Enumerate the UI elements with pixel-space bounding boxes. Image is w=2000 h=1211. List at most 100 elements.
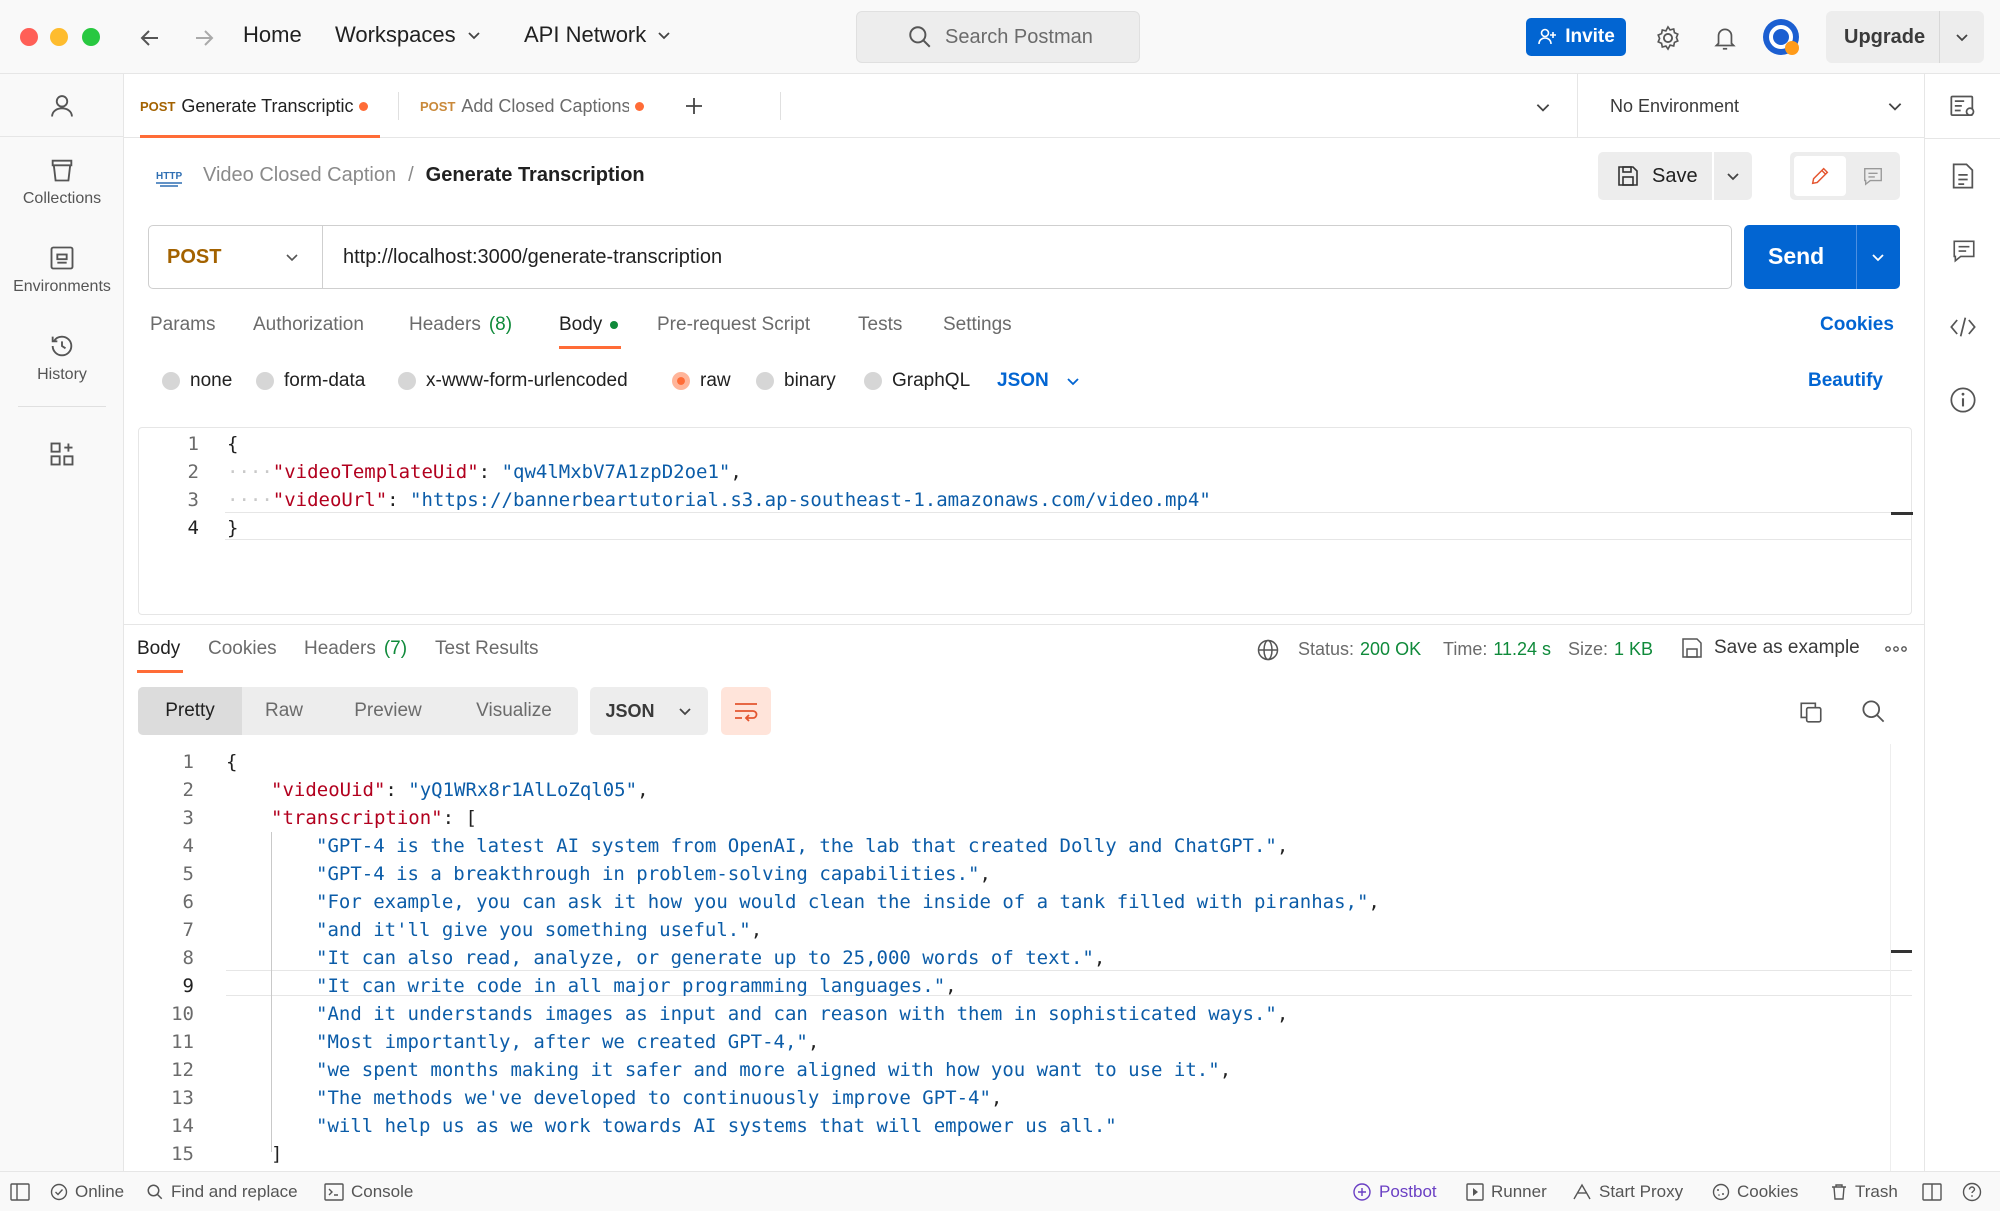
url-input[interactable]: http://localhost:3000/generate-transcrip… xyxy=(343,246,722,269)
save-as-example-button[interactable]: Save as example xyxy=(1680,636,1860,660)
chevron-down-icon[interactable] xyxy=(1534,98,1552,116)
tab-body[interactable]: Body xyxy=(559,314,619,336)
beautify-button[interactable]: Beautify xyxy=(1808,370,1883,392)
info-icon[interactable] xyxy=(1949,386,1977,414)
response-time[interactable]: Time: 11.24 s xyxy=(1443,639,1551,660)
cookies-button[interactable]: Cookies xyxy=(1712,1172,1798,1211)
online-status[interactable]: Online xyxy=(50,1172,124,1211)
code-line: ] xyxy=(271,1143,283,1165)
response-size[interactable]: Size: 1 KB xyxy=(1568,639,1653,660)
sidebar-item-collections[interactable]: Collections xyxy=(0,156,124,208)
tab-authorization[interactable]: Authorization xyxy=(253,314,364,336)
body-mode-binary[interactable]: binary xyxy=(756,370,836,392)
find-and-replace-button[interactable]: Find and replace xyxy=(146,1172,298,1211)
tab-pre-request-script[interactable]: Pre-request Script xyxy=(657,314,810,336)
start-proxy-button[interactable]: Start Proxy xyxy=(1572,1172,1683,1211)
nav-home[interactable]: Home xyxy=(243,22,302,48)
search-input[interactable]: Search Postman xyxy=(856,11,1140,63)
tab-settings[interactable]: Settings xyxy=(943,314,1012,336)
cookies-link[interactable]: Cookies xyxy=(1820,314,1894,336)
plus-icon[interactable] xyxy=(682,94,706,118)
line-number: 5 xyxy=(182,863,194,885)
code-line: "transcription": [ xyxy=(271,807,477,829)
tab-generate-transcription[interactable]: POST Generate Transcriptic xyxy=(140,74,390,138)
sidebar-item-add-widgets[interactable] xyxy=(0,440,124,474)
send-button[interactable]: Send xyxy=(1744,225,1900,289)
globe-icon[interactable] xyxy=(1256,638,1280,662)
view-raw[interactable]: Raw xyxy=(242,687,326,735)
back-arrow-icon[interactable] xyxy=(138,26,162,50)
upgrade-button[interactable]: Upgrade xyxy=(1826,11,1984,63)
body-mode-urlencoded[interactable]: x-www-form-urlencoded xyxy=(398,370,628,392)
divider xyxy=(1856,225,1857,289)
postbot-button[interactable]: Postbot xyxy=(1352,1172,1437,1211)
sidebar-item-user[interactable] xyxy=(0,92,124,126)
gear-icon[interactable] xyxy=(1654,24,1682,52)
avatar[interactable] xyxy=(1762,18,1800,56)
tab-tests[interactable]: Tests xyxy=(858,314,902,336)
body-mode-none[interactable]: none xyxy=(162,370,232,392)
nav-workspaces[interactable]: Workspaces xyxy=(335,22,482,48)
body-format-select[interactable]: JSON xyxy=(997,370,1081,392)
tab-params[interactable]: Params xyxy=(150,314,215,336)
bell-icon[interactable] xyxy=(1712,24,1738,52)
chevron-down-icon[interactable] xyxy=(1954,29,1970,45)
save-options-dropdown[interactable] xyxy=(1714,152,1752,200)
zoom-window-button[interactable] xyxy=(82,28,100,46)
pane-divider[interactable] xyxy=(124,624,1924,625)
scrollbar-track[interactable] xyxy=(1890,744,1891,1171)
close-window-button[interactable] xyxy=(20,28,38,46)
comments-icon[interactable] xyxy=(1951,238,1977,264)
edit-mode-button[interactable] xyxy=(1794,156,1846,196)
request-body-editor[interactable]: 1 { 2 ····"videoTemplateUid": "qw4lMxbV7… xyxy=(138,427,1913,615)
body-mode-raw[interactable]: raw xyxy=(672,370,731,392)
response-tab-cookies[interactable]: Cookies xyxy=(208,638,277,660)
layout-toggle-button[interactable] xyxy=(1922,1172,1942,1211)
copy-icon[interactable] xyxy=(1798,699,1824,725)
postbot-icon xyxy=(1353,1183,1371,1201)
runner-button[interactable]: Runner xyxy=(1466,1172,1547,1211)
forward-arrow-icon[interactable] xyxy=(192,26,216,50)
comment-mode-button[interactable] xyxy=(1850,156,1896,196)
chevron-down-icon[interactable] xyxy=(1870,249,1886,265)
minimize-window-button[interactable] xyxy=(50,28,68,46)
response-tab-body[interactable]: Body xyxy=(137,638,180,660)
body-mode-form-data[interactable]: form-data xyxy=(256,370,365,392)
view-preview[interactable]: Preview xyxy=(326,687,450,735)
code-icon[interactable] xyxy=(1949,314,1977,340)
chevron-down-icon xyxy=(1888,103,1902,111)
response-format-select[interactable]: JSON xyxy=(590,687,708,735)
wrap-lines-button[interactable] xyxy=(721,687,771,735)
more-options-icon[interactable] xyxy=(1884,644,1908,654)
sidebar-item-environments[interactable]: Environments xyxy=(0,244,124,296)
response-tab-test-results[interactable]: Test Results xyxy=(435,638,538,660)
tab-add-closed-captions[interactable]: POST Add Closed Captions xyxy=(420,74,670,138)
environment-quick-look-icon[interactable] xyxy=(1949,94,1977,120)
pencil-icon xyxy=(1811,167,1829,185)
response-body-viewer[interactable]: 1 { 2 "videoUid": "yQ1WRx8r1AlLoZql05", … xyxy=(124,744,1924,1171)
help-button[interactable] xyxy=(1962,1172,1982,1211)
request-name[interactable]: Generate Transcription xyxy=(426,164,645,187)
breadcrumb-collection[interactable]: Video Closed Caption xyxy=(203,164,396,187)
console-button[interactable]: Console xyxy=(324,1172,413,1211)
toggle-sidebar-button[interactable] xyxy=(10,1172,30,1211)
body-mode-graphql[interactable]: GraphQL xyxy=(864,370,970,392)
response-tab-headers[interactable]: Headers (7) xyxy=(304,638,407,660)
search-icon[interactable] xyxy=(1860,698,1887,725)
nav-api-network[interactable]: API Network xyxy=(524,22,672,48)
sidebar-toggle-icon xyxy=(10,1183,30,1201)
code-line: "For example, you can ask it how you wou… xyxy=(316,891,1380,913)
invite-button[interactable]: Invite xyxy=(1526,18,1626,56)
sidebar-item-history[interactable]: History xyxy=(0,332,124,384)
code-line: "It can also read, analyze, or generate … xyxy=(316,947,1106,969)
check-circle-icon xyxy=(50,1183,68,1201)
environment-select[interactable]: No Environment xyxy=(1578,74,1924,138)
trash-button[interactable]: Trash xyxy=(1830,1172,1898,1211)
tab-headers[interactable]: Headers (8) xyxy=(409,314,512,336)
method-select[interactable]: POST xyxy=(149,226,323,288)
save-button[interactable]: Save xyxy=(1598,152,1712,200)
view-pretty[interactable]: Pretty xyxy=(138,687,242,735)
trash-icon xyxy=(1832,1184,1846,1200)
documentation-icon[interactable] xyxy=(1951,162,1975,190)
view-visualize[interactable]: Visualize xyxy=(450,687,578,735)
